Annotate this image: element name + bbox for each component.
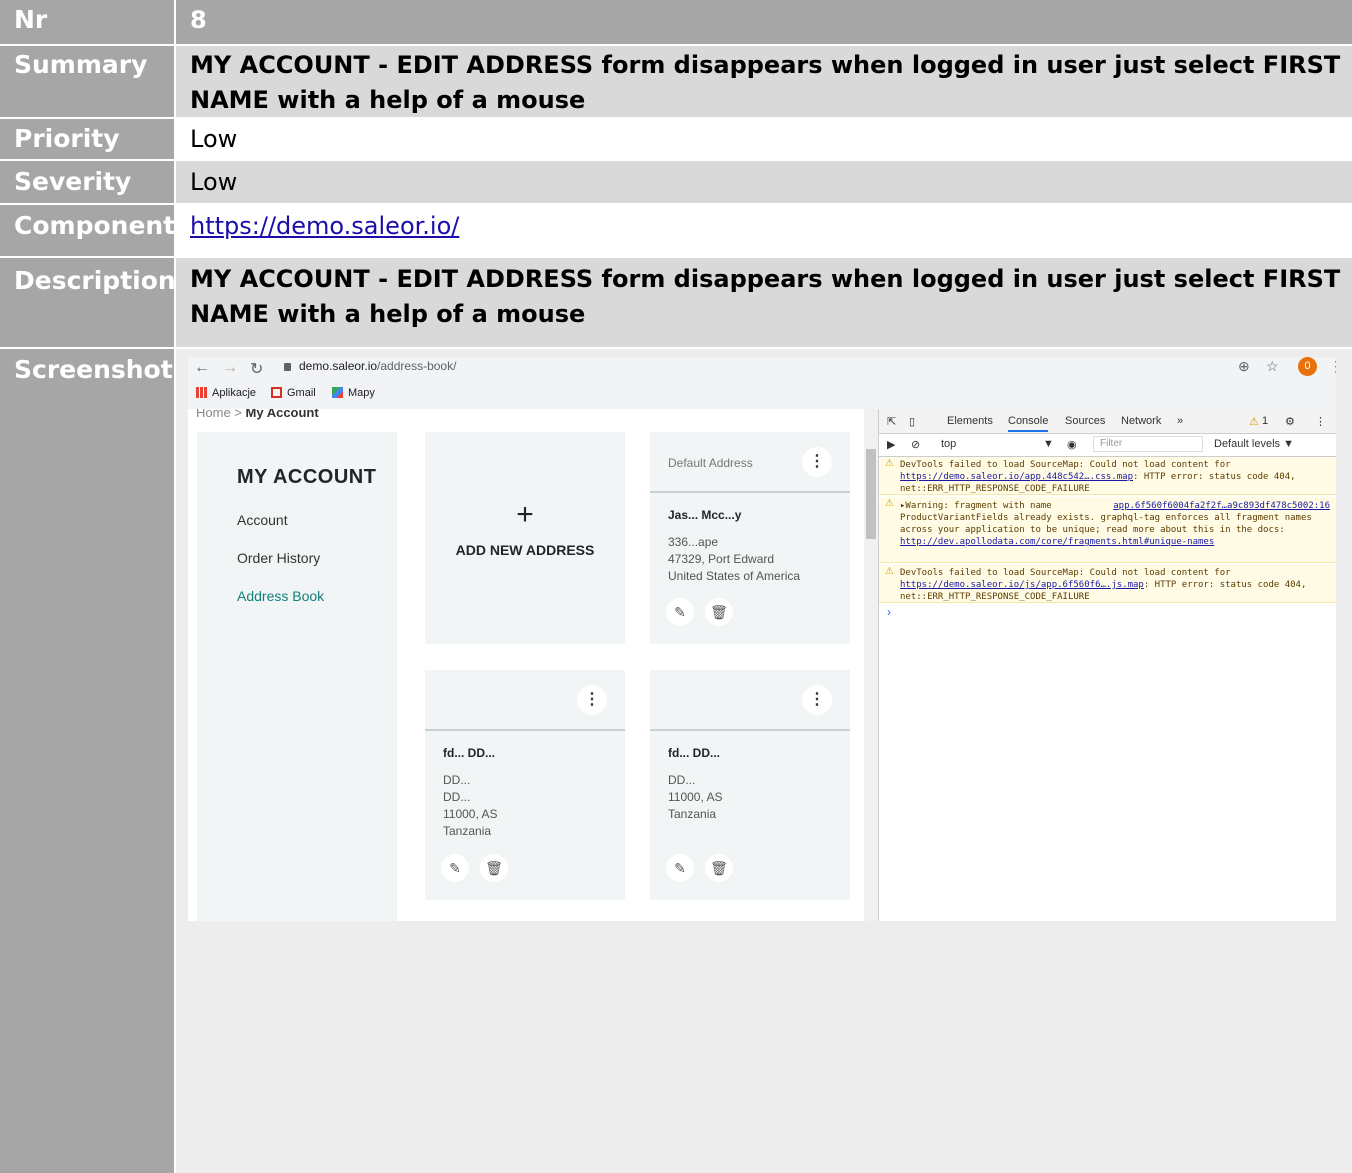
more-tabs-icon[interactable]: » (1177, 415, 1183, 427)
forward-icon[interactable]: → (222, 359, 238, 377)
profile-avatar[interactable]: 0 (1298, 357, 1317, 376)
address-text: fd... DD... DD... DD... 11000, AS Tanzan… (443, 746, 498, 838)
devtools-menu-icon[interactable]: ⋮ (1315, 415, 1326, 428)
address-card-default: Default Address ⋮ Jas... Mcc...y 336...a… (650, 432, 850, 644)
tab-network[interactable]: Network (1121, 415, 1161, 427)
component-link[interactable]: https://demo.saleor.io/ (190, 212, 459, 240)
add-new-address-label: ADD NEW ADDRESS (455, 542, 595, 558)
browser-toolbar: ← → ↻ demo.saleor.io/address-book/ ⊕ ☆ 0… (188, 357, 1336, 409)
maps-icon (332, 387, 343, 398)
sidebar-item-address-book[interactable]: Address Book (237, 588, 324, 604)
edit-icon[interactable]: ✎ (666, 854, 694, 882)
trash-icon[interactable]: 🗑 (480, 854, 508, 882)
breadcrumb: Home > My Account (196, 409, 319, 420)
address-text: Jas... Mcc...y 336...ape 47329, Port Edw… (668, 508, 801, 583)
apps-grid-icon (196, 387, 207, 398)
extension-icon[interactable]: ⊕ (1238, 358, 1250, 375)
eye-icon[interactable]: ◉ (1067, 438, 1077, 451)
back-icon[interactable]: ← (194, 359, 210, 377)
divider (650, 729, 850, 731)
label-severity: Severity (0, 161, 174, 203)
value-severity: Low (176, 161, 1352, 203)
trash-icon[interactable]: 🗑 (705, 854, 733, 882)
context-dropdown-icon[interactable]: ▼ (1043, 438, 1054, 450)
trash-icon[interactable]: 🗑 (705, 598, 733, 626)
bookmark-maps[interactable]: Mapy (332, 387, 375, 399)
value-component: https://demo.saleor.io/ (176, 205, 1352, 256)
warning-icon: ⚠ (885, 498, 894, 509)
value-description: MY ACCOUNT - EDIT ADDRESS form disappear… (176, 258, 1352, 347)
console-prompt-icon[interactable]: › (887, 605, 891, 619)
devtools-tabs: ⇱ ▯ Elements Console Sources Network » ⚠… (879, 409, 1336, 434)
log-levels-select[interactable]: Default levels ▼ (1214, 438, 1294, 450)
warning-count: 1 (1262, 415, 1269, 427)
url-path: /address-book/ (377, 359, 457, 373)
console-warning: ⚠ DevTools failed to load SourceMap: Cou… (879, 565, 1336, 603)
label-nr: Nr (0, 0, 174, 44)
divider (650, 491, 850, 493)
card-menu-icon[interactable]: ⋮ (802, 685, 832, 715)
plus-icon: + (516, 498, 534, 531)
warning-icon[interactable]: ⚠ (1249, 415, 1259, 428)
account-sidebar: MY ACCOUNT Account Order History Address… (197, 432, 397, 921)
bookmark-gmail[interactable]: Gmail (271, 387, 316, 399)
context-select[interactable]: top (941, 438, 956, 450)
label-component: Component (0, 205, 175, 256)
label-priority: Priority (0, 119, 174, 159)
add-address-card[interactable]: + ADD NEW ADDRESS (425, 432, 625, 644)
card-menu-icon[interactable]: ⋮ (802, 447, 832, 477)
page-scrollbar[interactable] (864, 409, 878, 921)
tab-elements[interactable]: Elements (947, 415, 993, 427)
default-address-label: Default Address (668, 456, 753, 470)
console-toolbar: ▶ ⊘ top ▼ ◉ Filter Default levels ▼ (879, 433, 1336, 457)
label-screenshots: Screenshots (0, 349, 188, 1173)
console-filter-input[interactable]: Filter (1093, 436, 1203, 452)
label-summary: Summary (0, 46, 174, 117)
reload-icon[interactable]: ↻ (250, 359, 263, 379)
inspect-icon[interactable]: ⇱ (887, 415, 896, 428)
value-summary: MY ACCOUNT - EDIT ADDRESS form disappear… (176, 46, 1352, 117)
divider (425, 729, 625, 731)
console-warning: ⚠ app.6f560f6004fa2f2f…a9c893df478c5002:… (879, 497, 1336, 563)
star-icon[interactable]: ☆ (1266, 358, 1279, 375)
devtools-panel: ⇱ ▯ Elements Console Sources Network » ⚠… (878, 409, 1336, 921)
label-description: Description (0, 258, 176, 347)
address-card: ⋮ fd... DD... DD... 11000, AS Tanzania ✎… (650, 670, 850, 900)
source-link[interactable]: app.6f560f6004fa2f2f…a9c893df478c5002:16 (1113, 500, 1330, 512)
address-text: fd... DD... DD... 11000, AS Tanzania (668, 746, 723, 821)
menu-kebab-icon[interactable]: ⋮ (1329, 358, 1336, 375)
sidebar-title: MY ACCOUNT (237, 466, 377, 488)
edit-icon[interactable]: ✎ (666, 598, 694, 626)
console-warning: ⚠ DevTools failed to load SourceMap: Cou… (879, 457, 1336, 495)
lock-icon (284, 363, 291, 371)
sidebar-item-order-history[interactable]: Order History (237, 550, 320, 566)
device-icon[interactable]: ▯ (909, 415, 915, 428)
url-host: demo.saleor.io (299, 359, 378, 373)
browser-screenshot: ← → ↻ demo.saleor.io/address-book/ ⊕ ☆ 0… (188, 357, 1336, 921)
edit-icon[interactable]: ✎ (441, 854, 469, 882)
sidebar-toggle-icon[interactable]: ▶ (887, 438, 895, 451)
saleor-page: Home > My Account MY ACCOUNT Account Ord… (188, 409, 864, 921)
bookmark-apps[interactable]: Aplikacje (196, 387, 256, 399)
tab-console[interactable]: Console (1008, 415, 1049, 432)
card-menu-icon[interactable]: ⋮ (577, 685, 607, 715)
address-bar[interactable]: demo.saleor.io/address-book/ (284, 359, 456, 373)
scrollbar-thumb[interactable] (866, 449, 876, 539)
clear-console-icon[interactable]: ⊘ (911, 438, 920, 451)
gmail-icon (271, 387, 282, 398)
value-priority: Low (176, 119, 1352, 159)
sidebar-item-account[interactable]: Account (237, 512, 288, 528)
tab-sources[interactable]: Sources (1065, 415, 1105, 427)
settings-gear-icon[interactable]: ⚙ (1285, 415, 1295, 428)
address-card: ⋮ fd... DD... DD... DD... 11000, AS Tanz… (425, 670, 625, 900)
value-nr: 8 (176, 0, 1352, 44)
warning-icon: ⚠ (885, 566, 894, 577)
warning-icon: ⚠ (885, 458, 894, 469)
